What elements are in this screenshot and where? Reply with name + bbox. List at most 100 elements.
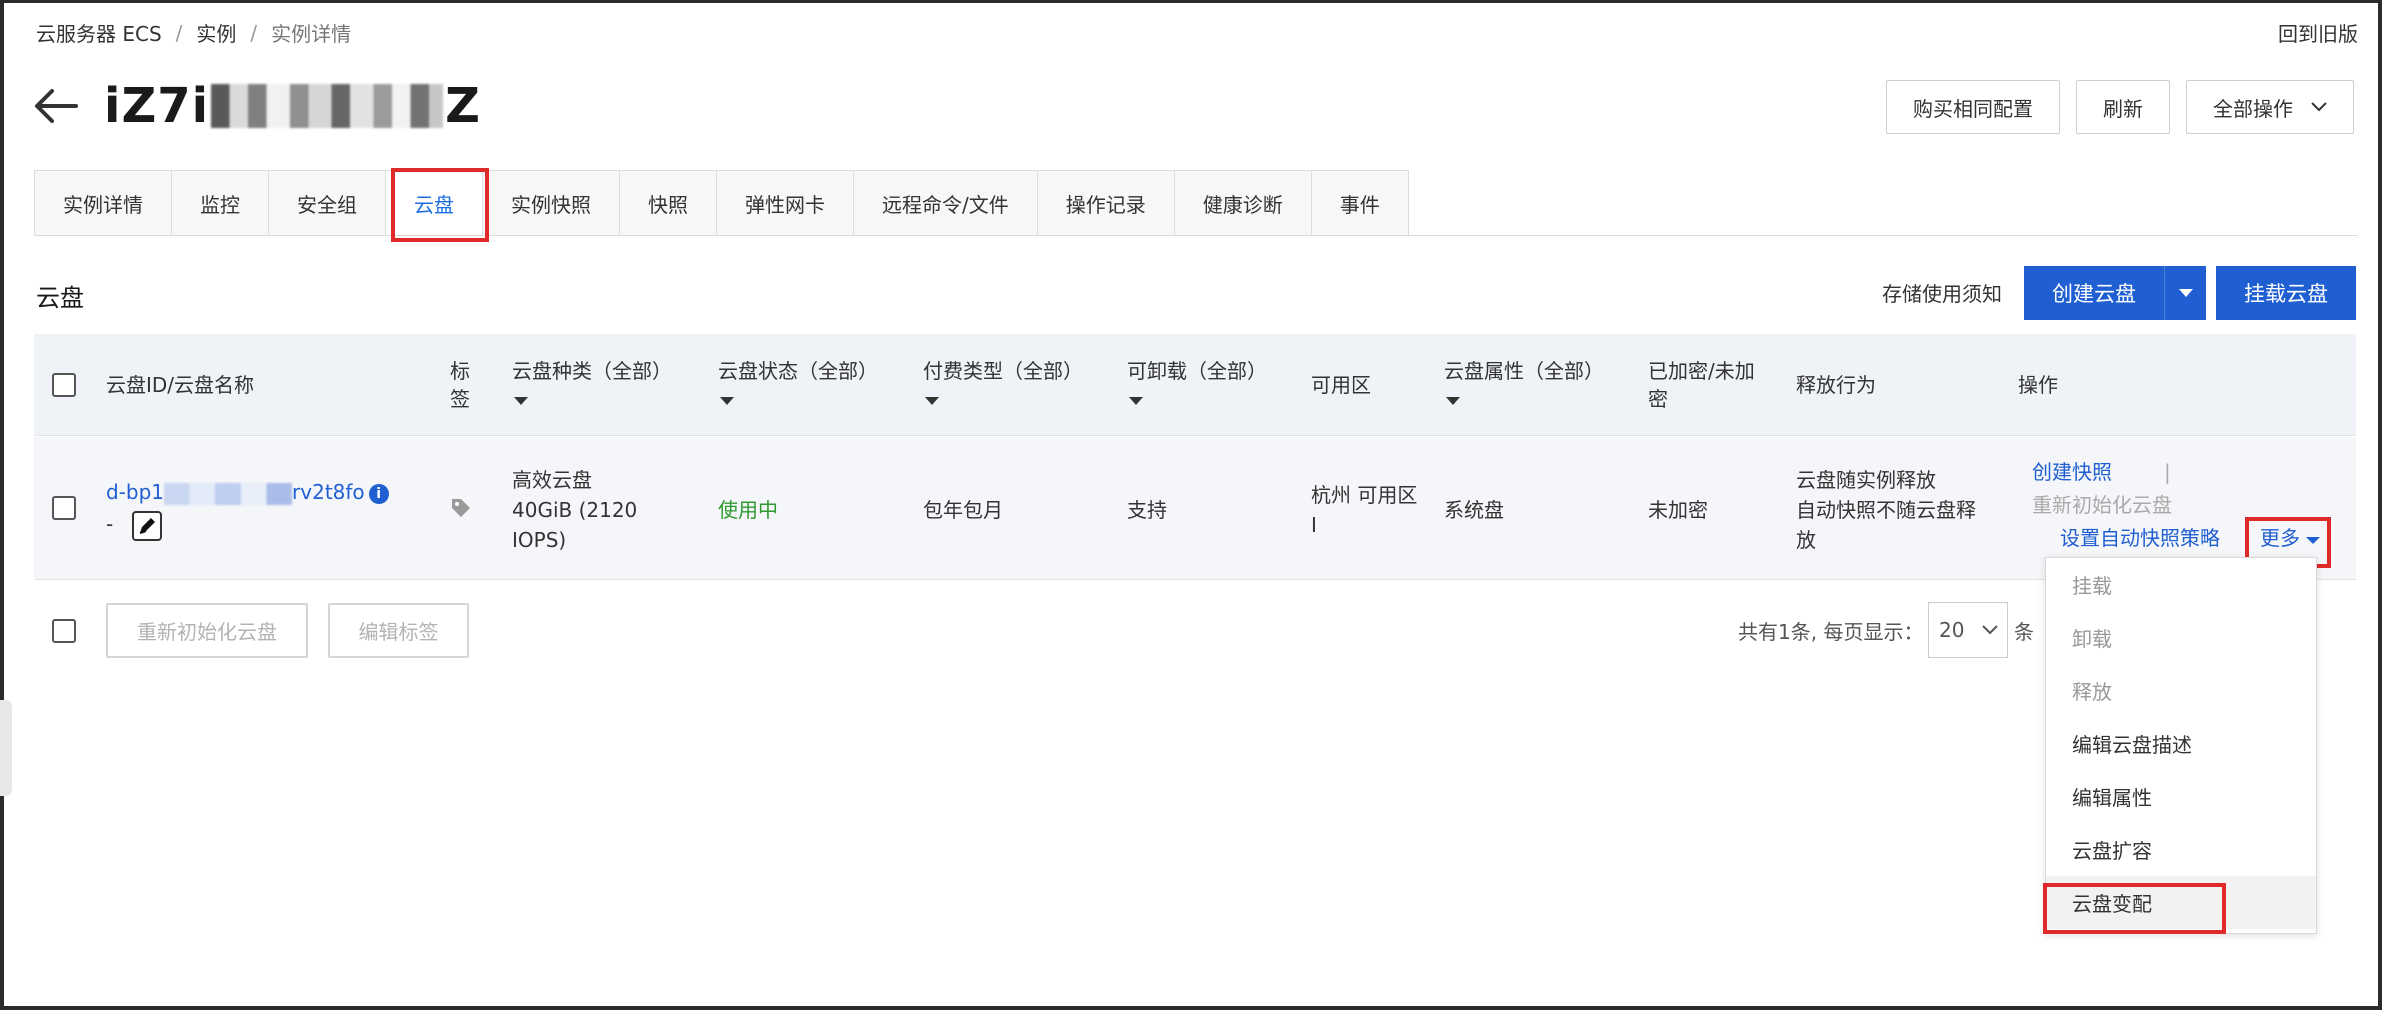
tab-operation-log[interactable]: 操作记录 bbox=[1038, 171, 1175, 235]
tab-monitoring[interactable]: 监控 bbox=[172, 171, 269, 235]
create-disk-button[interactable]: 创建云盘 bbox=[2024, 266, 2164, 320]
attach-disk-button[interactable]: 挂载云盘 bbox=[2216, 266, 2356, 320]
col-disk-type-label: 云盘种类（全部） bbox=[512, 359, 672, 383]
breadcrumb-instances[interactable]: 实例 bbox=[196, 18, 236, 47]
menu-item-detach[interactable]: 卸载 bbox=[2046, 611, 2316, 664]
caret-down-icon bbox=[1446, 396, 1460, 405]
old-version-link[interactable]: 回到旧版 bbox=[2278, 18, 2358, 47]
billing-type: 包年包月 bbox=[923, 498, 1003, 522]
chevron-down-icon bbox=[1982, 625, 1998, 635]
caret-down-icon bbox=[720, 396, 734, 405]
disk-attribute: 系统盘 bbox=[1444, 498, 1504, 522]
back-arrow-icon[interactable] bbox=[32, 86, 80, 126]
instance-id-suffix: Z bbox=[445, 78, 481, 134]
col-zone: 可用区 bbox=[1311, 373, 1371, 397]
col-detachable-filter[interactable]: 可卸载（全部） bbox=[1127, 357, 1267, 413]
menu-item-attach[interactable]: 挂载 bbox=[2046, 558, 2316, 611]
more-actions-menu: 挂载 卸载 释放 编辑云盘描述 编辑属性 云盘扩容 云盘变配 bbox=[2045, 557, 2317, 934]
disk-type: 高效云盘 bbox=[512, 468, 592, 492]
edit-name-button[interactable] bbox=[131, 510, 162, 541]
all-actions-label: 全部操作 bbox=[2213, 96, 2293, 121]
tab-eni[interactable]: 弹性网卡 bbox=[717, 171, 854, 235]
batch-edit-tags-button[interactable]: 编辑标签 bbox=[328, 603, 469, 658]
col-status-label: 云盘状态（全部） bbox=[718, 359, 878, 383]
col-disk-type-filter[interactable]: 云盘种类（全部） bbox=[512, 357, 672, 413]
page-size-value: 20 bbox=[1939, 618, 1965, 642]
breadcrumb-separator: / bbox=[175, 20, 183, 45]
breadcrumb-separator: / bbox=[250, 20, 258, 45]
redacted-id bbox=[211, 84, 444, 128]
tab-security-group[interactable]: 安全组 bbox=[269, 171, 386, 235]
col-tags-line1: 标 bbox=[450, 359, 470, 383]
tab-snapshots[interactable]: 快照 bbox=[620, 171, 717, 235]
breadcrumb-current: 实例详情 bbox=[271, 22, 352, 46]
disk-iops: IOPS) bbox=[512, 528, 567, 552]
caret-down-icon bbox=[925, 396, 939, 405]
storage-notice-link[interactable]: 存储使用须知 bbox=[1882, 278, 2002, 307]
zone-cell: 杭州 可用区 I bbox=[1311, 480, 1417, 540]
breadcrumb: 云服务器 ECS / 实例 / 实例详情 bbox=[36, 18, 351, 47]
disk-type-cell: 高效云盘 40GiB (2120 IOPS) bbox=[512, 465, 637, 555]
footer-select-all-checkbox[interactable] bbox=[52, 619, 76, 643]
col-disk-id: 云盘ID/云盘名称 bbox=[106, 373, 255, 397]
create-disk-dropdown-toggle[interactable] bbox=[2164, 266, 2206, 320]
disk-id-link-prefix[interactable]: d-bp1 bbox=[106, 480, 164, 504]
col-encrypted: 已加密/未加 密 bbox=[1648, 357, 1755, 413]
auto-snapshot-policy-link[interactable]: 设置自动快照策略 bbox=[2060, 523, 2220, 553]
tab-remote-command[interactable]: 远程命令/文件 bbox=[854, 171, 1038, 235]
col-detachable-label: 可卸载（全部） bbox=[1127, 359, 1267, 383]
tab-instance-snapshots[interactable]: 实例快照 bbox=[483, 171, 620, 235]
menu-item-resize-disk[interactable]: 云盘扩容 bbox=[2046, 823, 2316, 876]
col-status-filter[interactable]: 云盘状态（全部） bbox=[718, 357, 878, 413]
batch-reinit-button[interactable]: 重新初始化云盘 bbox=[106, 603, 308, 658]
side-panel-handle[interactable] bbox=[0, 700, 12, 796]
create-snapshot-link[interactable]: 创建快照 bbox=[2032, 457, 2112, 487]
disk-size: 40GiB (2120 bbox=[512, 498, 638, 522]
menu-item-release[interactable]: 释放 bbox=[2046, 664, 2316, 717]
col-tags: 标 签 bbox=[450, 357, 470, 413]
disk-id-link-suffix[interactable]: rv2t8fo bbox=[292, 480, 365, 504]
instance-id-prefix: iZ7i bbox=[104, 78, 210, 134]
col-encrypted-line2: 密 bbox=[1648, 387, 1668, 411]
create-disk-split-button: 创建云盘 bbox=[2024, 266, 2206, 320]
col-attribute-label: 云盘属性（全部） bbox=[1444, 359, 1604, 383]
info-icon[interactable]: i bbox=[368, 483, 389, 504]
tab-events[interactable]: 事件 bbox=[1312, 171, 1408, 235]
tag-icon[interactable] bbox=[450, 497, 472, 519]
zone-line2: I bbox=[1311, 513, 1317, 537]
release-line2: 自动快照不随云盘释 bbox=[1796, 498, 1976, 522]
menu-item-edit-attributes[interactable]: 编辑属性 bbox=[2046, 770, 2316, 823]
caret-down-icon bbox=[514, 396, 528, 405]
release-line1: 云盘随实例释放 bbox=[1796, 468, 1936, 492]
chevron-down-icon bbox=[2311, 102, 2327, 112]
disk-status: 使用中 bbox=[718, 498, 778, 522]
disk-id-cell: d-bp1 rv2t8fo i - bbox=[106, 477, 389, 541]
table-row: d-bp1 rv2t8fo i - 高效云盘 40GiB (2120 IOPS) 使… bbox=[34, 437, 2356, 580]
redacted-disk-id bbox=[164, 482, 293, 505]
page-title: iZ7i Z bbox=[104, 78, 481, 134]
detachable-value: 支持 bbox=[1127, 498, 1167, 522]
select-all-checkbox[interactable] bbox=[52, 373, 76, 397]
tab-instance-details[interactable]: 实例详情 bbox=[35, 171, 172, 235]
caret-down-icon bbox=[1129, 396, 1143, 405]
encryption-status: 未加密 bbox=[1648, 498, 1708, 522]
refresh-button[interactable]: 刷新 bbox=[2076, 80, 2170, 134]
buy-same-config-button[interactable]: 购买相同配置 bbox=[1886, 80, 2060, 134]
col-tags-line2: 签 bbox=[450, 387, 470, 411]
col-billing-filter[interactable]: 付费类型（全部） bbox=[923, 357, 1083, 413]
zone-line1: 杭州 可用区 bbox=[1311, 483, 1418, 507]
menu-item-edit-description[interactable]: 编辑云盘描述 bbox=[2046, 717, 2316, 770]
highlight-box-disk-tab bbox=[391, 168, 489, 242]
page-size-select[interactable]: 20 bbox=[1928, 602, 2008, 658]
col-actions: 操作 bbox=[2018, 373, 2058, 397]
highlight-box-change-disk-type bbox=[2043, 883, 2226, 934]
col-attribute-filter[interactable]: 云盘属性（全部） bbox=[1444, 357, 1604, 413]
release-line3: 放 bbox=[1796, 528, 1816, 552]
all-actions-dropdown[interactable]: 全部操作 bbox=[2186, 80, 2354, 134]
action-divider: | bbox=[2164, 460, 2171, 484]
tab-health-diagnosis[interactable]: 健康诊断 bbox=[1175, 171, 1312, 235]
breadcrumb-ecs[interactable]: 云服务器 ECS bbox=[36, 18, 162, 47]
row-checkbox[interactable] bbox=[52, 496, 76, 520]
page-size-unit: 条 bbox=[2014, 620, 2034, 644]
table-header: 云盘ID/云盘名称 标 签 云盘种类（全部） 云盘状态（全部） 付费类型（全部）… bbox=[34, 334, 2356, 436]
